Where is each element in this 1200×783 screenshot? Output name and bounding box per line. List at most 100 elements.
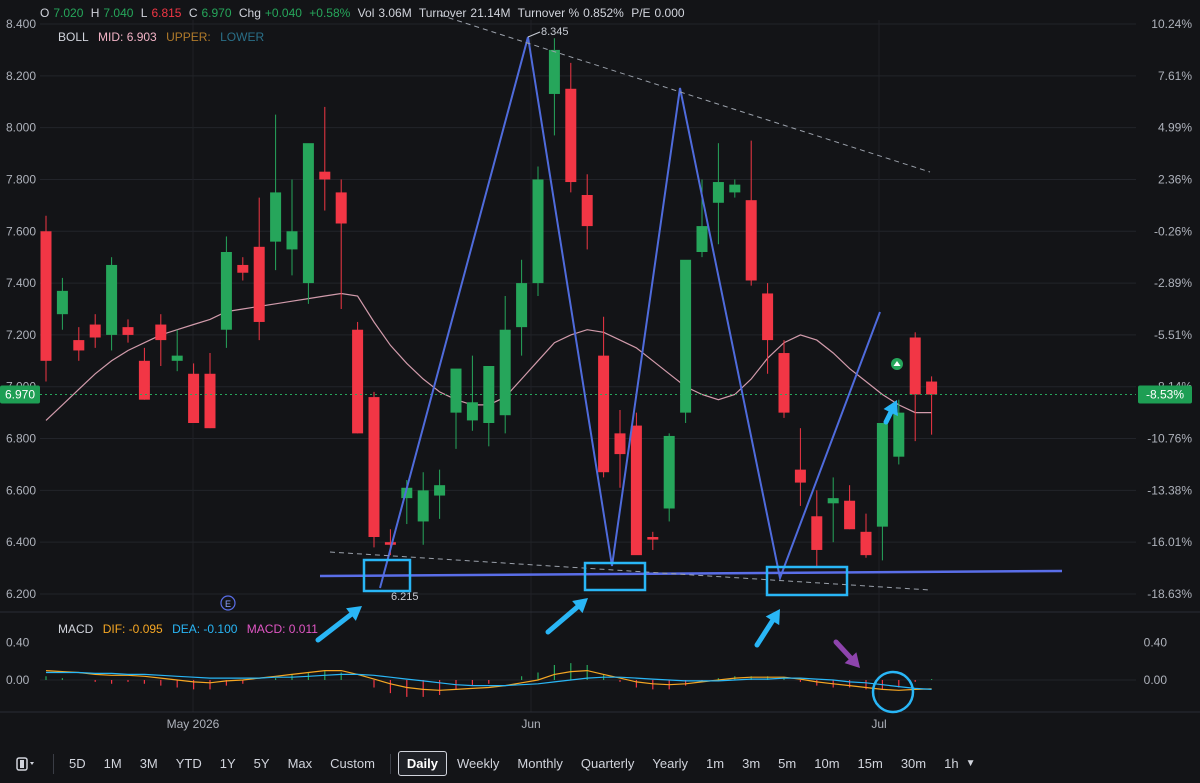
period-quarterly-button[interactable]: Quarterly [573, 752, 642, 775]
candle-body [516, 283, 528, 328]
turnover-pct-value: 0.852% [583, 6, 624, 20]
high-annotation: 8.345 [541, 26, 569, 38]
candle-body [565, 88, 577, 183]
range-ytd-button[interactable]: YTD [168, 752, 210, 775]
range-max-button[interactable]: Max [280, 752, 321, 775]
period-1h-button[interactable]: 1h [936, 752, 966, 775]
volume-value: 3.06M [378, 6, 412, 20]
candle [598, 316, 610, 478]
arrow-up-icon-shaft [545, 604, 580, 635]
candle-body [466, 402, 478, 421]
candle-body [598, 355, 610, 473]
macd-y-tick-label: 0.00 [6, 673, 30, 687]
candle-body [138, 360, 150, 400]
candle-body [286, 231, 298, 250]
turnover-value: 21.14M [470, 6, 511, 20]
toolbar-divider [53, 753, 54, 774]
range-1m-button[interactable]: 1M [96, 752, 130, 775]
toolbar-divider [389, 753, 391, 774]
candle-body [450, 368, 462, 413]
candle [745, 140, 757, 286]
candle-body [614, 433, 626, 455]
boll-lower: LOWER [220, 30, 265, 44]
candle [56, 277, 68, 330]
y-pct-tick-label: 4.99% [1158, 121, 1192, 135]
candle-body [106, 264, 118, 335]
y-tick-label: 7.800 [6, 172, 36, 186]
high-value: 7.040 [103, 6, 134, 20]
change-value: +0.040 [264, 6, 302, 20]
range-5y-button[interactable]: 5Y [246, 752, 278, 775]
candle [647, 531, 659, 550]
candle-body [188, 373, 200, 423]
candle [778, 340, 790, 418]
change-label: Chg [238, 6, 261, 20]
period-10m-button[interactable]: 10m [806, 752, 847, 775]
period-15m-button[interactable]: 15m [850, 752, 891, 775]
range-3m-button[interactable]: 3M [132, 752, 166, 775]
candle [762, 283, 774, 374]
x-tick-label: Jun [521, 717, 540, 731]
range-5d-button[interactable]: 5D [61, 752, 94, 775]
macd-name: MACD [58, 622, 94, 636]
candle [434, 469, 446, 519]
candle [122, 319, 134, 343]
candle [466, 355, 478, 431]
period-group: Daily Weekly Monthly Quarterly Yearly 1m 3m 5m 1… [397, 751, 968, 776]
period-30m-button[interactable]: 30m [893, 752, 934, 775]
candle-body [794, 469, 806, 483]
macd-y-tick-label: 0.40 [6, 636, 30, 650]
candle-body [368, 397, 380, 537]
period-yearly-button[interactable]: Yearly [644, 752, 696, 775]
low-label: L [140, 6, 148, 20]
y-tick-label: 6.200 [6, 587, 36, 601]
boll-name: BOLL [58, 30, 89, 44]
range-1y-button[interactable]: 1Y [212, 752, 244, 775]
candle-body [122, 327, 134, 335]
macd-legend[interactable]: MACD DIF: -0.095 DEA: -0.100 MACD: 0.011 [58, 622, 318, 636]
candle-body [56, 290, 68, 315]
y-tick-label: 8.200 [6, 69, 36, 83]
candle-body [434, 485, 446, 496]
candle [663, 433, 675, 522]
chart-stage[interactable]: 8.4008.2008.0007.8007.6007.4007.2007.000… [0, 0, 1200, 783]
candle [171, 329, 183, 372]
boll-legend[interactable]: BOLL MID: 6.903 UPPER: LOWER [58, 30, 264, 44]
candle-body [73, 340, 85, 351]
bottom-toolbar: 5D 1M 3M YTD 1Y 5Y Max Custom Daily Weekly Monthl… [0, 744, 1200, 783]
candle-body [647, 537, 659, 540]
y-tick-label: 7.400 [6, 276, 36, 290]
candle-body [237, 264, 249, 273]
lower-trendline [329, 551, 931, 591]
y-pct-tick-label: 2.36% [1158, 172, 1192, 186]
candle-body [499, 329, 511, 416]
period-1m-button[interactable]: 1m [698, 752, 732, 775]
candle-body [352, 329, 364, 434]
candle-body [171, 355, 183, 361]
range-custom-button[interactable]: Custom [322, 752, 383, 775]
candle [729, 179, 741, 198]
close-label: C [188, 6, 198, 20]
macd-y-tick-label-right: 0.40 [1144, 636, 1168, 650]
candle [926, 376, 938, 435]
arrow-up-icon-shaft [883, 410, 894, 425]
low-annotation: 6.215 [391, 591, 419, 603]
ohlc-header: O 7.020 H 7.040 L 6.815 C 6.970 Chg +0.040 +0… [40, 6, 689, 20]
change-percent: +0.58% [309, 6, 351, 20]
chevron-down-icon[interactable]: ▼ [966, 758, 976, 769]
candle [532, 166, 544, 297]
y-pct-tick-label: -16.01% [1147, 535, 1192, 549]
y-pct-tick-label: -13.38% [1147, 483, 1192, 497]
candle-body [319, 171, 331, 180]
candle-body [844, 500, 856, 530]
period-monthly-button[interactable]: Monthly [509, 752, 571, 775]
candle-body [860, 531, 872, 556]
period-5m-button[interactable]: 5m [770, 752, 804, 775]
candle-layout-icon[interactable] [8, 753, 46, 775]
period-daily-button[interactable]: Daily [397, 751, 447, 776]
w-pattern-line [379, 36, 881, 589]
period-weekly-button[interactable]: Weekly [449, 752, 507, 775]
period-3m-button[interactable]: 3m [734, 752, 768, 775]
turnover-pct-label: Turnover % [517, 6, 580, 20]
macd-dif: DIF: -0.095 [102, 622, 163, 636]
